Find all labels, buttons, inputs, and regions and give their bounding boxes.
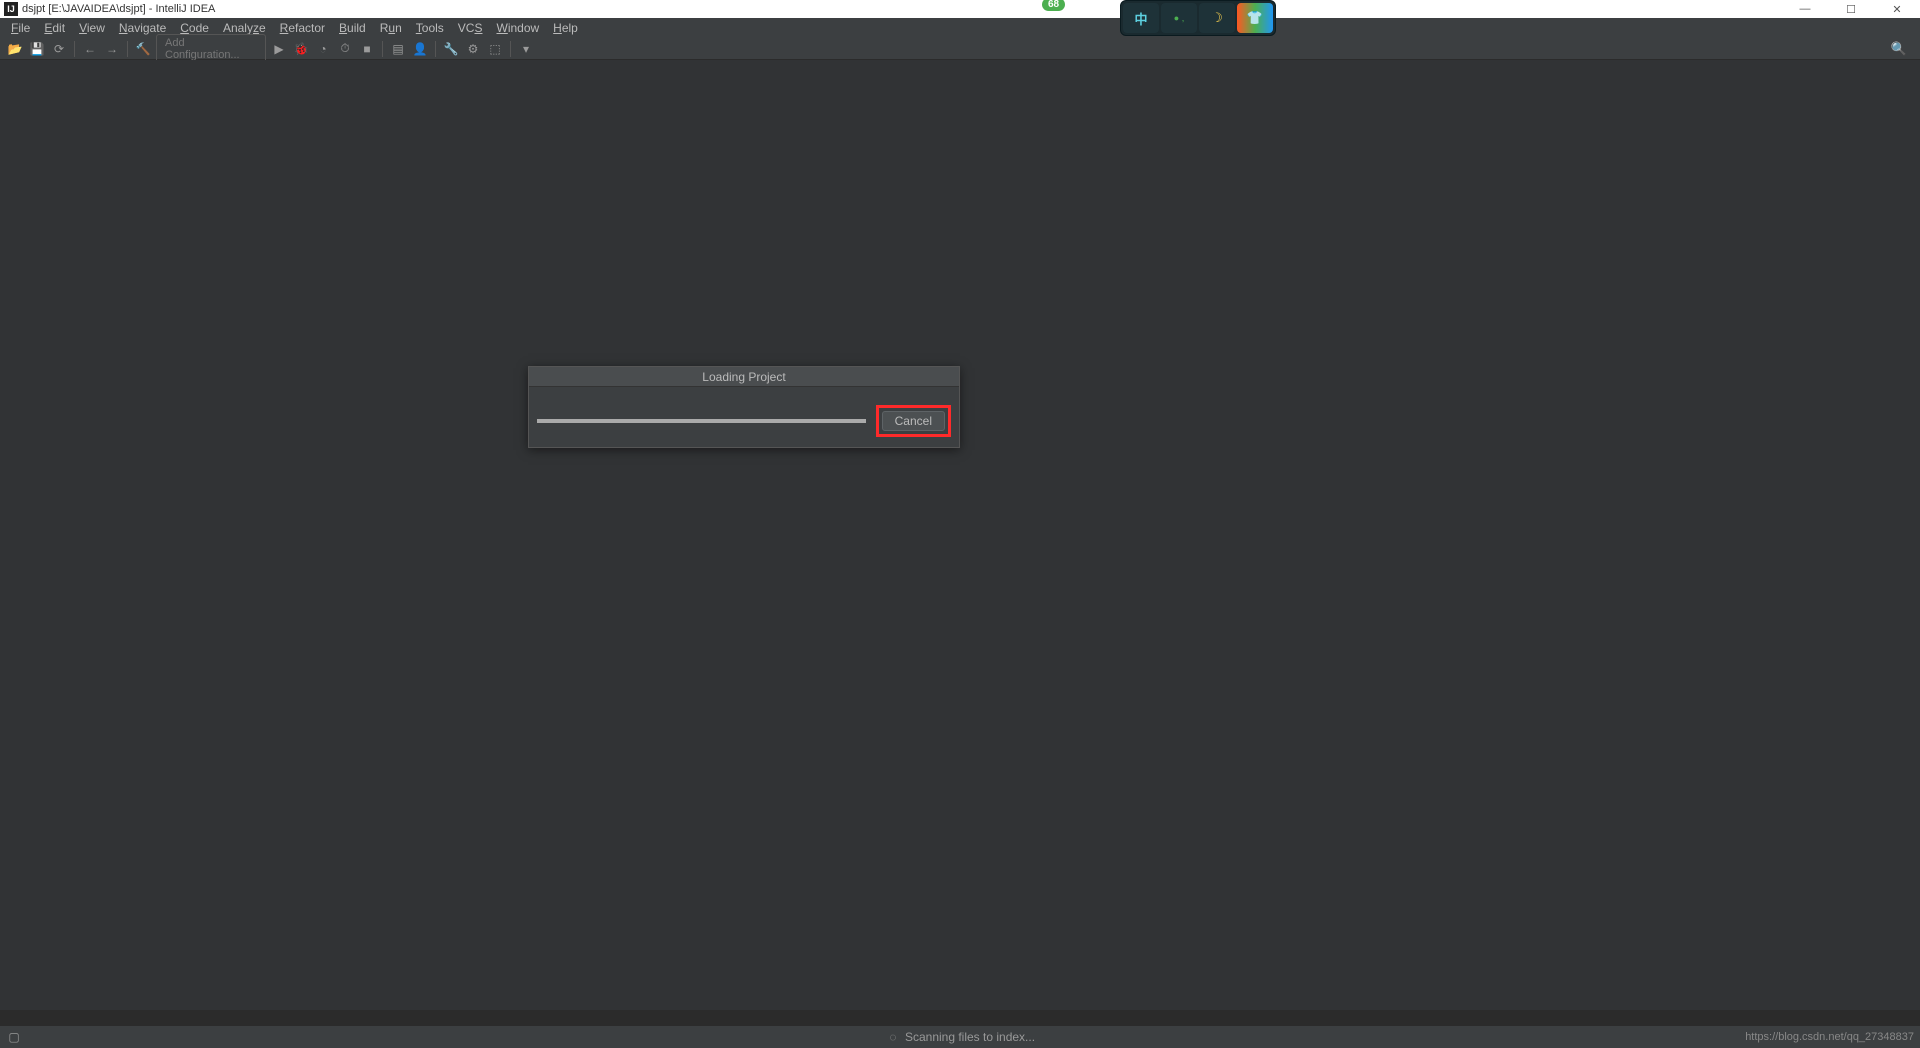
menu-view[interactable]: View <box>72 19 112 37</box>
forward-icon[interactable]: → <box>103 40 121 58</box>
stop-icon[interactable]: ■ <box>358 40 376 58</box>
menu-file[interactable]: File <box>4 19 37 37</box>
notification-badge[interactable]: 68 <box>1040 0 1067 13</box>
loading-project-dialog: Loading Project Cancel <box>528 366 960 448</box>
dialog-title: Loading Project <box>529 367 959 387</box>
menu-refactor[interactable]: Refactor <box>273 19 332 37</box>
run-configuration-selector[interactable]: Add Configuration... <box>156 34 266 64</box>
back-icon[interactable]: ← <box>81 40 99 58</box>
plugin-icon[interactable]: ⬚ <box>486 40 504 58</box>
watermark-text: https://blog.csdn.net/qq_27348837 <box>1745 1031 1914 1043</box>
search-icon[interactable]: 🔍 <box>1890 40 1908 58</box>
editor-area: Loading Project Cancel <box>0 60 1920 1010</box>
settings-icon[interactable]: ⚙ <box>464 40 482 58</box>
statusbar-progress: ◌ Scanning files to index... <box>885 1029 1035 1045</box>
progress-bar <box>537 419 866 423</box>
save-icon[interactable]: 💾 <box>28 40 46 58</box>
wrench-icon[interactable]: 🔧 <box>442 40 460 58</box>
spinner-icon: ◌ <box>885 1029 901 1045</box>
hammer-icon[interactable]: 🔨 <box>134 40 152 58</box>
avatar-icon[interactable]: 👤 <box>411 40 429 58</box>
window-title: dsjpt [E:\JAVAIDEA\dsjpt] - IntelliJ IDE… <box>22 3 215 15</box>
menu-tools[interactable]: Tools <box>409 19 451 37</box>
coverage-icon[interactable]: ◔ <box>314 40 332 58</box>
window-titlebar: IJ dsjpt [E:\JAVAIDEA\dsjpt] - IntelliJ … <box>0 0 1920 18</box>
statusbar-windows-icon[interactable]: ▢ <box>6 1029 22 1045</box>
dropdown-icon[interactable]: ▾ <box>517 40 535 58</box>
open-icon[interactable]: 📂 <box>6 40 24 58</box>
dialog-body: Cancel <box>529 387 959 447</box>
ime-skin-button[interactable]: 👕 <box>1237 3 1273 33</box>
ime-punctuation-button[interactable]: ● , <box>1161 3 1197 33</box>
cancel-button[interactable]: Cancel <box>882 411 945 431</box>
menu-window[interactable]: Window <box>489 19 546 37</box>
progress-fill <box>537 419 866 423</box>
ime-panel: 中 ● , ☽ 👕 <box>1120 0 1276 36</box>
sync-icon[interactable]: ⟳ <box>50 40 68 58</box>
debug-icon[interactable]: 🐞 <box>292 40 310 58</box>
menu-edit[interactable]: Edit <box>37 19 72 37</box>
run-icon[interactable]: ▶ <box>270 40 288 58</box>
profile-icon[interactable]: ⏱ <box>336 40 354 58</box>
structure-icon[interactable]: ▤ <box>389 40 407 58</box>
statusbar: ▢ ◌ Scanning files to index... https://b… <box>0 1026 1920 1048</box>
menu-vcs[interactable]: VCS <box>451 19 490 37</box>
ime-moon-button[interactable]: ☽ <box>1199 3 1235 33</box>
minimize-button[interactable]: — <box>1782 0 1828 18</box>
toolbar-separator <box>127 41 128 57</box>
menu-help[interactable]: Help <box>546 19 585 37</box>
window-controls: — ☐ ✕ <box>1782 0 1920 18</box>
app-icon: IJ <box>4 2 18 16</box>
toolbar-separator <box>510 41 511 57</box>
close-button[interactable]: ✕ <box>1874 0 1920 18</box>
menubar: File Edit View Navigate Code Analyze Ref… <box>0 18 1920 38</box>
toolbar-separator <box>435 41 436 57</box>
toolbar: 📂 💾 ⟳ ← → 🔨 Add Configuration... ▶ 🐞 ◔ ⏱… <box>0 38 1920 60</box>
statusbar-message: Scanning files to index... <box>905 1030 1035 1044</box>
menu-run[interactable]: Run <box>373 19 409 37</box>
maximize-button[interactable]: ☐ <box>1828 0 1874 18</box>
annotation-highlight: Cancel <box>876 405 951 437</box>
toolbar-separator <box>74 41 75 57</box>
ime-language-button[interactable]: 中 <box>1123 3 1159 33</box>
menu-build[interactable]: Build <box>332 19 373 37</box>
toolbar-separator <box>382 41 383 57</box>
